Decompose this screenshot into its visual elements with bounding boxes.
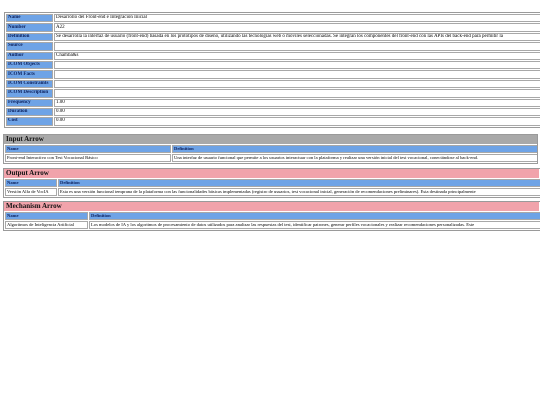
input-name-header: Name bbox=[5, 145, 171, 153]
property-value: 0.00 bbox=[54, 107, 540, 117]
property-value: A22 bbox=[54, 23, 540, 32]
property-key: Definition bbox=[6, 32, 53, 42]
table-row: Front-end Interactivo con Test Vocaciona… bbox=[5, 154, 537, 162]
property-key: Frequency bbox=[6, 98, 53, 107]
property-key: Source bbox=[6, 42, 53, 51]
property-row: Frequency 1.00 bbox=[6, 98, 540, 107]
property-value bbox=[54, 70, 540, 79]
output-row-definition: Esta es una versión funcional temprana d… bbox=[58, 188, 540, 196]
property-row: Number A22 bbox=[6, 23, 540, 32]
output-arrow-section: Output Arrow Name Definition Versión Alf… bbox=[3, 168, 540, 198]
property-row: Source bbox=[6, 42, 540, 51]
property-value bbox=[54, 60, 540, 70]
input-row-definition: Una interfaz de usuario funcional que pe… bbox=[172, 154, 537, 162]
property-value: Desarrollo del Front-end e Integración I… bbox=[54, 14, 540, 23]
property-row: ICOM Facts bbox=[6, 70, 540, 79]
property-key: Name bbox=[6, 14, 53, 23]
mechanism-row-definition: Los modelos de IA y los algoritmos de pr… bbox=[89, 221, 540, 229]
property-value: Se desarrolla la interfaz de usuario (fr… bbox=[54, 32, 540, 42]
mechanism-arrow-table: Name Definition Algoritmos de Inteligenc… bbox=[4, 211, 540, 230]
property-row: Author Chamba&s bbox=[6, 51, 540, 60]
output-arrow-table: Name Definition Versión Alfa de VocIA Es… bbox=[4, 178, 540, 197]
property-key: ICOM Description bbox=[6, 89, 53, 98]
input-row-name: Front-end Interactivo con Test Vocaciona… bbox=[5, 154, 171, 162]
mechanism-arrow-title: Mechanism Arrow bbox=[4, 202, 539, 211]
output-definition-header: Definition bbox=[58, 179, 540, 187]
table-row: Algoritmos de Inteligencia Artificial Lo… bbox=[5, 221, 540, 229]
mechanism-arrow-section: Mechanism Arrow Name Definition Algoritm… bbox=[3, 201, 540, 231]
mechanism-name-header: Name bbox=[5, 212, 88, 220]
table-row: Versión Alfa de VocIA Esta es una versió… bbox=[5, 188, 540, 196]
property-key: Author bbox=[6, 51, 53, 60]
mechanism-definition-header: Definition bbox=[89, 212, 540, 220]
activity-properties-table: Name Desarrollo del Front-end e Integraci… bbox=[4, 12, 540, 128]
output-row-name: Versión Alfa de VocIA bbox=[5, 188, 57, 196]
property-value bbox=[54, 89, 540, 98]
property-key: Duration bbox=[6, 107, 53, 117]
property-key: ICOM Objects bbox=[6, 60, 53, 70]
property-key: ICOM Facts bbox=[6, 70, 53, 79]
property-value: Chamba&s bbox=[54, 51, 540, 60]
property-value bbox=[54, 79, 540, 89]
property-key: Cost bbox=[6, 117, 53, 126]
output-arrow-title: Output Arrow bbox=[4, 169, 539, 178]
input-definition-header: Definition bbox=[172, 145, 537, 153]
report-page: Name Desarrollo del Front-end e Integraci… bbox=[0, 0, 540, 405]
input-arrow-table: Name Definition Front-end Interactivo co… bbox=[4, 144, 537, 163]
property-row: Duration 0.00 bbox=[6, 107, 540, 117]
property-key: ICOM Constraints bbox=[6, 79, 53, 89]
property-row: ICOM Objects bbox=[6, 60, 540, 70]
property-value: 1.00 bbox=[54, 98, 540, 107]
property-value: 0.00 bbox=[54, 117, 540, 126]
mechanism-row-name: Algoritmos de Inteligencia Artificial bbox=[5, 221, 88, 229]
output-name-header: Name bbox=[5, 179, 57, 187]
input-arrow-section: Input Arrow Name Definition Front-end In… bbox=[3, 134, 538, 164]
property-key: Number bbox=[6, 23, 53, 32]
property-row: Cost 0.00 bbox=[6, 117, 540, 126]
property-row: Definition Se desarrolla la interfaz de u… bbox=[6, 32, 540, 42]
property-row: ICOM Constraints bbox=[6, 79, 540, 89]
input-arrow-title: Input Arrow bbox=[4, 135, 537, 144]
property-row: ICOM Description bbox=[6, 89, 540, 98]
property-row: Name Desarrollo del Front-end e Integraci… bbox=[6, 14, 540, 23]
property-value bbox=[54, 42, 540, 51]
